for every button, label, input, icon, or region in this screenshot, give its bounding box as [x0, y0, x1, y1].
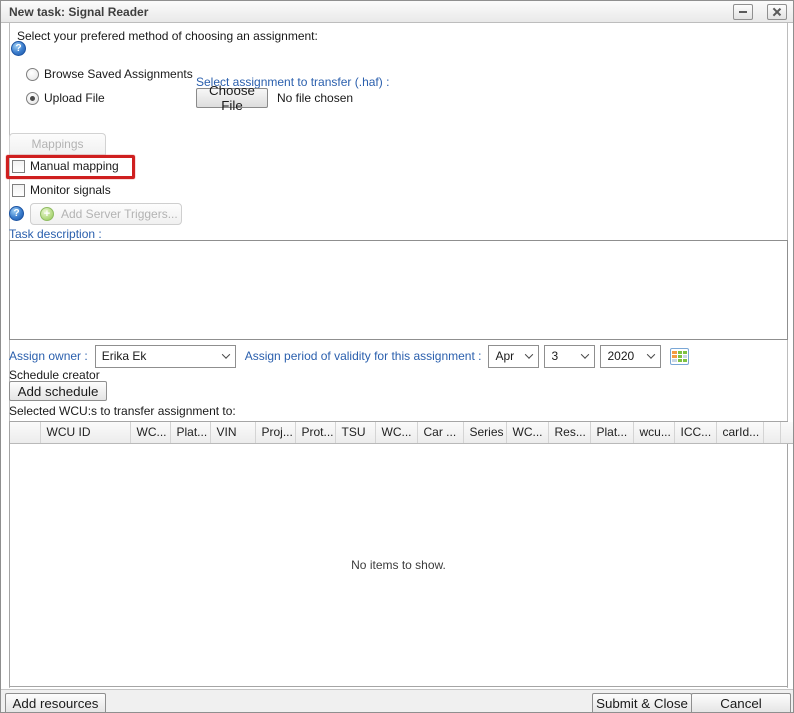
- wcu-table-caption: Selected WCU:s to transfer assignment to…: [9, 404, 236, 418]
- column-header[interactable]: [10, 422, 40, 443]
- owner-select[interactable]: Erika Ek: [95, 345, 236, 368]
- column-header[interactable]: VIN: [210, 422, 255, 443]
- day-select[interactable]: 3: [544, 345, 595, 368]
- help-icon[interactable]: ?: [11, 41, 26, 56]
- minimize-icon: [739, 11, 747, 13]
- column-header[interactable]: ICC...: [674, 422, 716, 443]
- title-bar[interactable]: New task: Signal Reader: [1, 1, 793, 23]
- minimize-button[interactable]: [733, 4, 753, 20]
- column-header[interactable]: Prot...: [295, 422, 335, 443]
- cancel-button[interactable]: Cancel: [691, 693, 791, 713]
- monitor-signals-row[interactable]: Monitor signals: [12, 183, 111, 197]
- radio-icon: [26, 68, 39, 81]
- year-select[interactable]: 2020: [600, 345, 661, 368]
- wcu-table-header-row: WCU IDWC...Plat...VINProj...Prot...TSUWC…: [10, 422, 794, 443]
- column-header[interactable]: WC...: [375, 422, 417, 443]
- column-header[interactable]: WC...: [130, 422, 170, 443]
- add-schedule-button[interactable]: Add schedule: [9, 381, 107, 401]
- wcu-table: WCU IDWC...Plat...VINProj...Prot...TSUWC…: [9, 421, 788, 687]
- column-header[interactable]: Car ...: [417, 422, 463, 443]
- column-header[interactable]: TSU: [335, 422, 375, 443]
- file-chosen-status: No file chosen: [277, 91, 353, 105]
- close-button[interactable]: [767, 4, 787, 20]
- assignment-row: Assign owner : Erika Ek Assign period of…: [9, 344, 689, 368]
- checkbox-label: Monitor signals: [30, 183, 111, 197]
- footer-bar: Add resources Submit & Close Cancel: [1, 689, 794, 713]
- checkbox-label: Manual mapping: [30, 159, 119, 173]
- chevron-down-icon: [647, 350, 655, 358]
- radio-browse-saved-assignments[interactable]: Browse Saved Assignments: [26, 67, 193, 81]
- wcu-table-empty-area: No items to show.: [10, 444, 787, 687]
- manual-mapping-checkbox[interactable]: [12, 160, 25, 173]
- column-header[interactable]: [763, 422, 780, 443]
- plus-icon: +: [40, 207, 54, 221]
- task-description-label: Task description :: [9, 227, 102, 241]
- month-selected-value: Apr: [495, 349, 514, 363]
- choose-file-button[interactable]: Choose File: [196, 88, 268, 108]
- column-header[interactable]: Series: [463, 422, 506, 443]
- column-header[interactable]: Plat...: [590, 422, 633, 443]
- column-header[interactable]: WC...: [506, 422, 548, 443]
- radio-icon: [26, 92, 39, 105]
- new-task-dialog: New task: Signal Reader Select your pref…: [0, 0, 794, 713]
- mappings-button[interactable]: Mappings: [9, 133, 106, 155]
- task-description-input[interactable]: [9, 240, 788, 340]
- column-header[interactable]: carId...: [716, 422, 763, 443]
- close-icon: [772, 7, 782, 17]
- empty-message: No items to show.: [351, 558, 446, 572]
- help-icon[interactable]: ?: [9, 206, 24, 221]
- chevron-down-icon: [525, 350, 533, 358]
- monitor-signals-checkbox[interactable]: [12, 184, 25, 197]
- chevron-down-icon: [221, 350, 229, 358]
- day-selected-value: 3: [551, 349, 558, 363]
- column-header[interactable]: Proj...: [255, 422, 295, 443]
- add-server-triggers-button[interactable]: + Add Server Triggers...: [30, 203, 182, 225]
- manual-mapping-row[interactable]: Manual mapping: [12, 159, 119, 173]
- owner-selected-value: Erika Ek: [102, 349, 147, 363]
- assign-owner-label: Assign owner :: [9, 349, 88, 363]
- submit-close-button[interactable]: Submit & Close: [592, 693, 692, 713]
- add-resources-button[interactable]: Add resources: [5, 693, 106, 713]
- column-header[interactable]: WCU ID: [40, 422, 130, 443]
- method-intro-text: Select your prefered method of choosing …: [17, 29, 318, 43]
- radio-upload-file[interactable]: Upload File: [26, 91, 105, 105]
- schedule-creator-label: Schedule creator: [9, 368, 100, 382]
- window-title: New task: Signal Reader: [9, 5, 148, 19]
- calendar-icon[interactable]: [670, 348, 689, 365]
- column-header[interactable]: Plat...: [170, 422, 210, 443]
- year-selected-value: 2020: [607, 349, 634, 363]
- radio-label: Upload File: [44, 91, 105, 105]
- chevron-down-icon: [581, 350, 589, 358]
- column-header[interactable]: Res...: [548, 422, 590, 443]
- column-header[interactable]: [780, 422, 794, 443]
- column-header[interactable]: wcu...: [633, 422, 674, 443]
- button-label: Add Server Triggers...: [61, 207, 178, 221]
- radio-label: Browse Saved Assignments: [44, 67, 193, 81]
- month-select[interactable]: Apr: [488, 345, 539, 368]
- validity-period-label: Assign period of validity for this assig…: [245, 349, 482, 363]
